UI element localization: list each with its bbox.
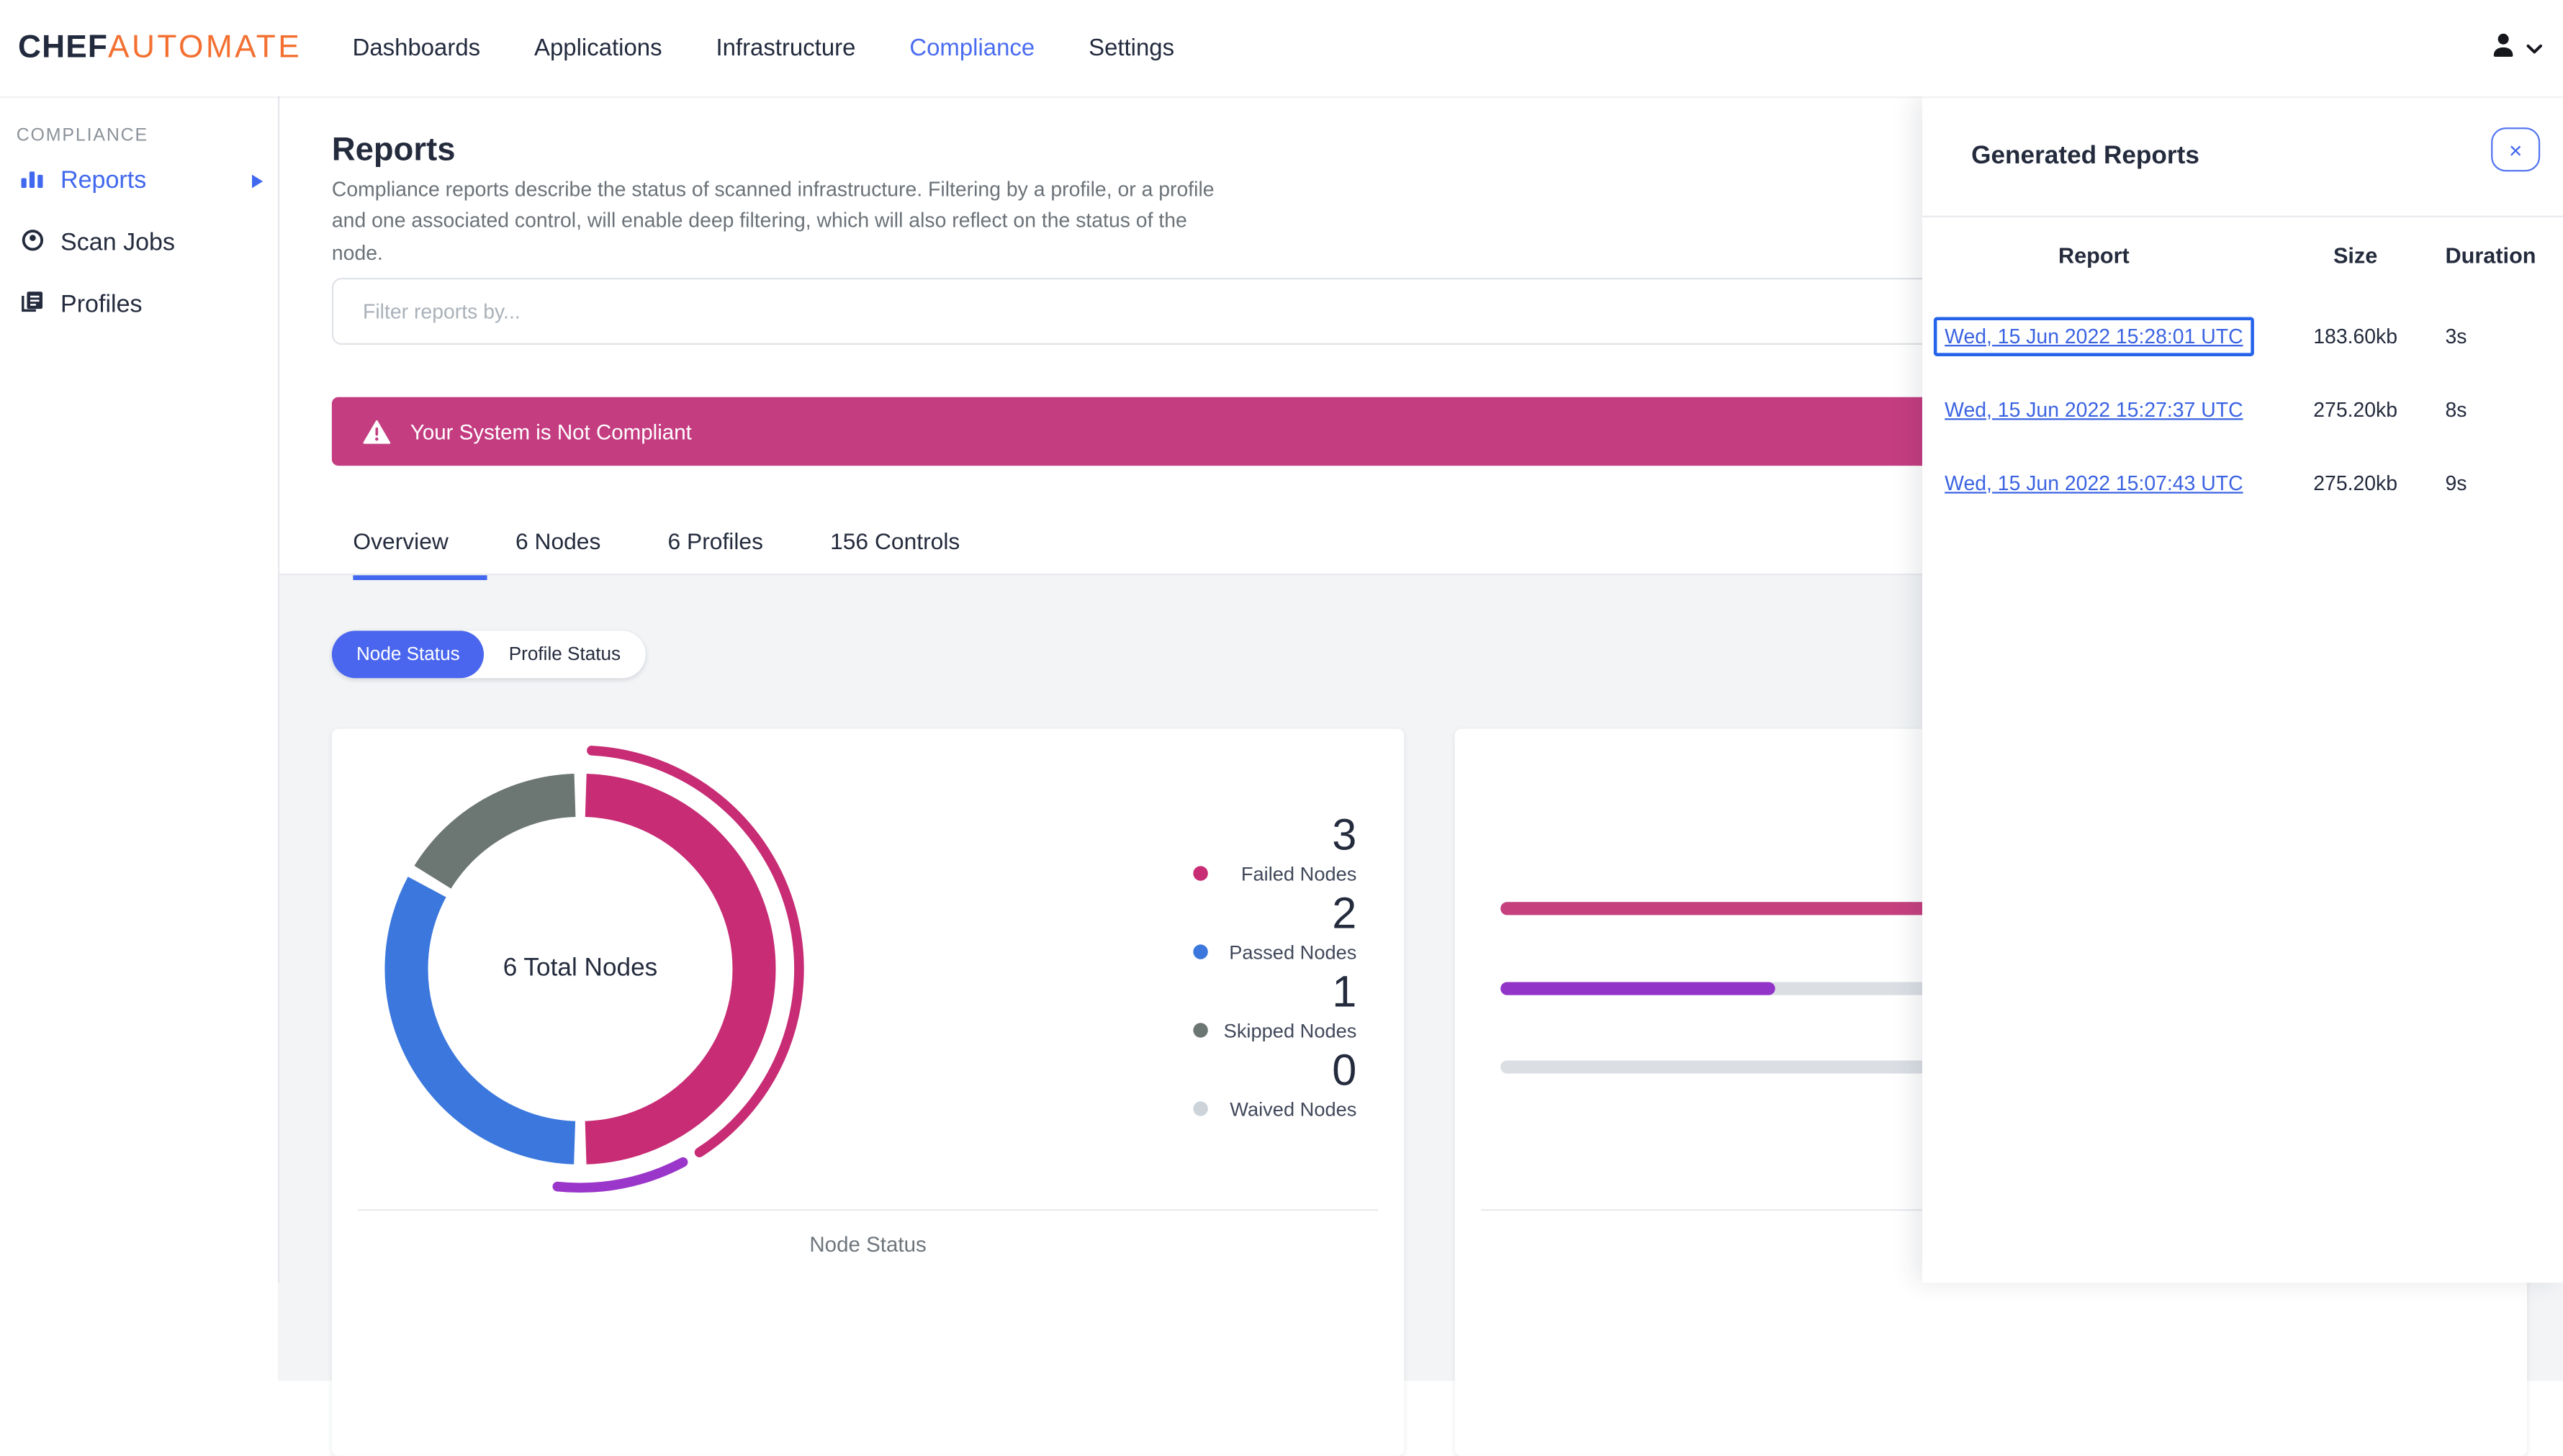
legend-item-skipped: 1 Skipped Nodes [1078,967,1356,1046]
tab-controls[interactable]: 156 Controls [830,528,960,580]
node-status-card: 6 Total Nodes 3 Failed Nodes 2 Passed No… [331,728,1405,1456]
legend-item-waived: 0 Waived Nodes [1078,1046,1356,1124]
sidebar-section-label: COMPLIANCE [16,125,149,146]
alert-text: Your System is Not Compliant [410,419,692,444]
report-tabs: Overview 6 Nodes 6 Profiles 156 Controls [353,528,960,580]
legend-item-passed: 2 Passed Nodes [1078,889,1356,967]
table-header-row: Report Size Duration [1922,234,2563,276]
report-duration: 3s [2445,324,2467,348]
sidebar-item-label: Scan Jobs [60,228,176,257]
table-row: Wed, 15 Jun 2022 15:27:37 UTC 275.20kb 8… [1922,373,2563,446]
sidebar-item-label: Profiles [60,291,143,319]
report-link[interactable]: Wed, 15 Jun 2022 15:27:37 UTC [1945,398,2243,421]
nav-item-infrastructure[interactable]: Infrastructure [716,35,855,61]
profile-status-pill[interactable]: Profile Status [485,630,645,678]
node-status-legend: 3 Failed Nodes 2 Passed Nodes 1 Skipped … [1078,810,1356,1124]
user-icon [2490,30,2518,66]
close-panel-button[interactable]: × [2491,127,2541,172]
node-status-pill[interactable]: Node Status [331,630,485,679]
report-duration: 8s [2445,397,2467,421]
sidebar-item-profiles[interactable]: Profiles [0,278,278,332]
legend-label: Failed Nodes [1078,859,1356,889]
panel-divider [1922,215,2563,217]
generated-reports-table: Report Size Duration Wed, 15 Jun 2022 15… [1922,234,2563,520]
failed-count: 3 [1332,810,1357,860]
nav-items: Dashboards Applications Infrastructure C… [353,35,1175,61]
donut-center-label: 6 Total Nodes [503,954,658,982]
status-toggle: Node Status Profile Status [331,630,646,679]
waived-count: 0 [1332,1046,1357,1095]
bar-fill-major [1500,982,1775,995]
failed-dot-icon [1193,866,1208,881]
passed-count: 2 [1332,889,1357,939]
report-link[interactable]: Wed, 15 Jun 2022 15:28:01 UTC [1933,316,2255,356]
report-duration: 9s [2445,471,2467,494]
logo-chef: CHEF [17,29,109,65]
top-nav: CHEF AUTOMATE Dashboards Applications Inf… [0,0,2563,96]
node-status-card-footer: Node Status [809,1231,927,1257]
sidebar-item-label: Reports [60,166,147,195]
legend-label: Waived Nodes [1078,1095,1356,1124]
column-header-duration: Duration [2445,243,2536,268]
close-icon: × [2508,136,2523,163]
nav-item-applications[interactable]: Applications [534,35,662,61]
sidebar: COMPLIANCE Reports Scan Jobs Profiles [0,96,280,1283]
tab-profiles[interactable]: 6 Profiles [667,528,762,580]
passed-dot-icon [1193,944,1208,959]
legend-label: Skipped Nodes [1078,1016,1356,1046]
report-link[interactable]: Wed, 15 Jun 2022 15:07:43 UTC [1945,471,2243,494]
page-title: Reports [331,132,456,168]
profiles-icon [19,289,45,321]
nav-item-settings[interactable]: Settings [1089,35,1174,61]
nav-item-dashboards[interactable]: Dashboards [353,35,481,61]
report-size: 183.60kb [2313,324,2398,348]
scanner-icon [19,226,45,258]
table-row: Wed, 15 Jun 2022 15:07:43 UTC 275.20kb 9… [1922,446,2563,520]
sidebar-item-reports[interactable]: Reports [0,153,278,207]
tab-nodes[interactable]: 6 Nodes [515,528,600,580]
skipped-dot-icon [1193,1023,1208,1038]
app-root: CHEF AUTOMATE Dashboards Applications Inf… [0,0,2563,1456]
chevron-right-icon [250,173,264,189]
generated-reports-panel: Generated Reports × Report Size Duration… [1922,96,2563,1283]
bar-chart-icon [19,166,45,195]
skipped-count: 1 [1332,967,1357,1017]
logo-automate: AUTOMATE [108,29,302,65]
page-description: Compliance reports describe the status o… [331,178,1215,265]
card-divider [358,1209,1378,1211]
waived-dot-icon [1193,1101,1208,1116]
nav-item-compliance[interactable]: Compliance [909,35,1035,61]
report-size: 275.20kb [2313,471,2398,494]
chevron-down-icon [2526,34,2544,63]
sidebar-item-scan-jobs[interactable]: Scan Jobs [0,216,278,270]
tab-overview[interactable]: Overview [353,528,488,580]
chef-automate-logo[interactable]: CHEF AUTOMATE [18,30,302,67]
column-header-report: Report [2058,243,2130,268]
legend-label: Passed Nodes [1078,938,1356,967]
report-size: 275.20kb [2313,397,2398,421]
legend-item-failed: 3 Failed Nodes [1078,810,1356,889]
table-row: Wed, 15 Jun 2022 15:28:01 UTC 183.60kb 3… [1922,299,2563,372]
warning-triangle-icon [363,419,391,443]
user-menu[interactable] [2490,0,2544,96]
column-header-size: Size [2333,243,2378,268]
panel-title: Generated Reports [1971,142,2199,171]
